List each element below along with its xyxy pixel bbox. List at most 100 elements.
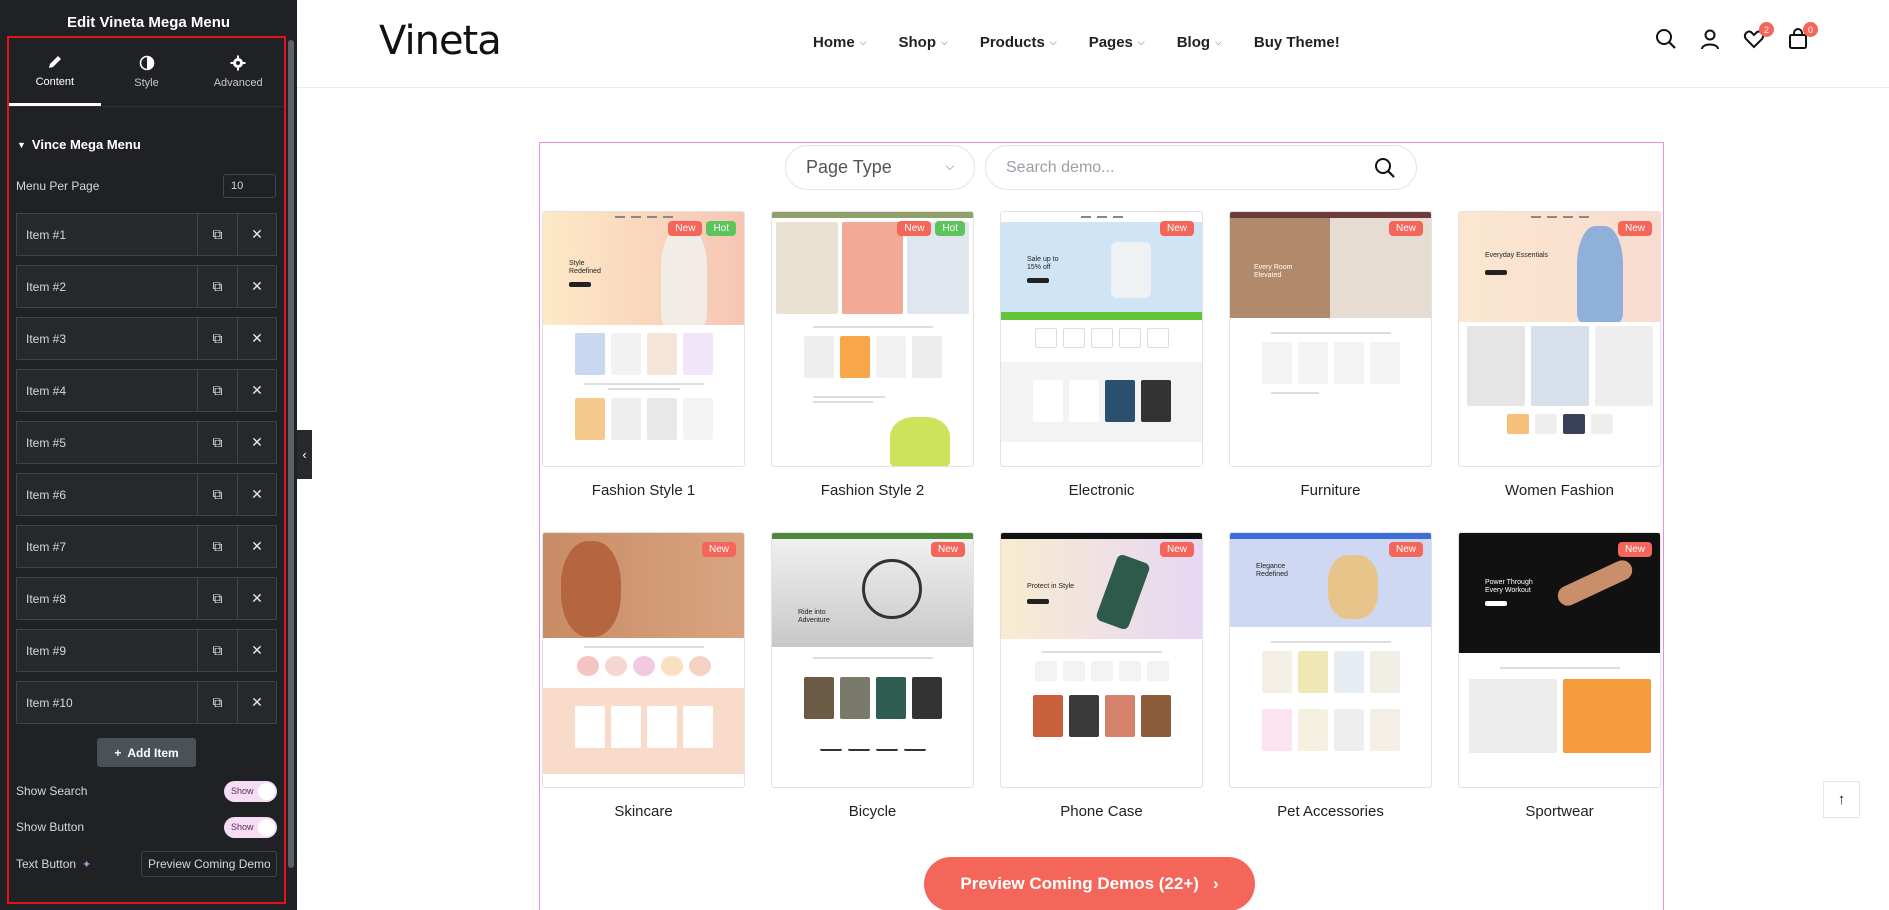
preview-demos-button[interactable]: Preview Coming Demos (22+) › <box>924 857 1255 910</box>
close-icon[interactable]: ✕ <box>237 682 276 723</box>
demo-thumbnail: New Hot <box>771 211 974 467</box>
cart-icon[interactable]: 0 <box>1787 22 1818 50</box>
demo-thumbnail: Elegance Redefined New <box>1229 532 1432 788</box>
demo-card[interactable]: Power Through Every Workout New Sportwear <box>1458 532 1661 853</box>
new-badge: New <box>1388 221 1423 236</box>
hot-badge: Hot <box>935 221 965 236</box>
back-to-top-button[interactable]: ↑ <box>1823 781 1860 818</box>
duplicate-icon[interactable]: ⧉ <box>198 474 237 515</box>
duplicate-icon[interactable]: ⧉ <box>198 578 237 619</box>
close-icon[interactable]: ✕ <box>237 422 276 463</box>
repeater-item-label[interactable]: Item #7 <box>17 526 198 567</box>
demo-card[interactable]: Every Room Elevated New Furniture <box>1229 211 1432 532</box>
repeater-items: Item #1 ⧉ ✕ Item #2 ⧉ ✕ Item #3 ⧉ ✕ Item… <box>16 213 277 724</box>
repeater-item-label[interactable]: Item #10 <box>17 682 198 723</box>
repeater-item-label[interactable]: Item #6 <box>17 474 198 515</box>
text-button-input[interactable] <box>141 851 277 877</box>
close-icon[interactable]: ✕ <box>237 318 276 359</box>
panel-content-frame: Content Style Advanced ▼ Vince Mega Menu… <box>7 36 286 904</box>
add-item-button[interactable]: + Add Item <box>97 738 196 767</box>
close-icon[interactable]: ✕ <box>237 474 276 515</box>
demo-title: Phone Case <box>1060 803 1143 820</box>
demo-search-box <box>985 145 1417 190</box>
user-icon[interactable] <box>1699 28 1721 50</box>
nav-item-home[interactable]: Home ⌵ <box>813 34 867 51</box>
badge-group: New <box>930 542 965 557</box>
demo-card[interactable]: New Skincare <box>542 532 745 853</box>
close-icon[interactable]: ✕ <box>237 370 276 411</box>
duplicate-icon[interactable]: ⧉ <box>198 370 237 411</box>
duplicate-icon[interactable]: ⧉ <box>198 266 237 307</box>
search-icon[interactable] <box>1655 28 1677 50</box>
toggle-knob <box>258 782 275 800</box>
repeater-item-label[interactable]: Item #4 <box>17 370 198 411</box>
repeater-item-label[interactable]: Item #1 <box>17 214 198 255</box>
demo-card[interactable]: Ride into Adventure New Bicycle <box>771 532 974 853</box>
tab-content[interactable]: Content <box>9 38 101 106</box>
tab-style-label: Style <box>134 77 159 89</box>
duplicate-icon[interactable]: ⧉ <box>198 682 237 723</box>
repeater-item-label[interactable]: Item #9 <box>17 630 198 671</box>
site-logo[interactable]: Vineta <box>379 18 502 64</box>
badge-group: New <box>1388 542 1423 557</box>
preview-demos-label: Preview Coming Demos (22+) <box>960 874 1199 893</box>
new-badge: New <box>701 542 736 557</box>
nav-item-shop[interactable]: Shop ⌵ <box>899 34 948 51</box>
section-toggle[interactable]: ▼ Vince Mega Menu <box>17 137 284 152</box>
repeater-item-label[interactable]: Item #2 <box>17 266 198 307</box>
heart-icon[interactable]: 2 <box>1743 22 1774 50</box>
nav-item-products[interactable]: Products ⌵ <box>980 34 1057 51</box>
duplicate-icon[interactable]: ⧉ <box>198 526 237 567</box>
demo-card[interactable]: Sale up to 15% off New Electronic <box>1000 211 1203 532</box>
app: Edit Vineta Mega Menu Content Style Adva… <box>0 0 1889 910</box>
duplicate-icon[interactable]: ⧉ <box>198 630 237 671</box>
demo-card[interactable]: Elegance Redefined New Pet Accessories <box>1229 532 1432 853</box>
close-icon[interactable]: ✕ <box>237 630 276 671</box>
duplicate-icon[interactable]: ⧉ <box>198 214 237 255</box>
menu-per-page-input[interactable] <box>223 174 276 198</box>
close-icon[interactable]: ✕ <box>237 526 276 567</box>
duplicate-icon[interactable]: ⧉ <box>198 318 237 359</box>
demo-filter-bar: Page Type ⌵ <box>785 145 1417 190</box>
collapse-panel-button[interactable]: ‹ <box>297 430 312 479</box>
show-button-toggle[interactable]: Show <box>224 816 277 838</box>
new-badge: New <box>1617 542 1652 557</box>
new-badge: New <box>668 221 703 236</box>
show-search-toggle[interactable]: Show <box>224 780 277 802</box>
demo-card[interactable]: Style Redefined New Hot Fashion Style 1 <box>542 211 745 532</box>
repeater-item-label[interactable]: Item #5 <box>17 422 198 463</box>
demo-card[interactable]: New Hot Fashion Style 2 <box>771 211 974 532</box>
close-icon[interactable]: ✕ <box>237 266 276 307</box>
close-icon[interactable]: ✕ <box>237 214 276 255</box>
demo-thumbnail: Ride into Adventure New <box>771 532 974 788</box>
demo-search-input[interactable] <box>1006 158 1346 177</box>
nav-item-buy-theme[interactable]: Buy Theme! <box>1254 34 1340 51</box>
menu-per-page-label: Menu Per Page <box>16 179 100 193</box>
repeater-item: Item #3 ⧉ ✕ <box>16 317 277 360</box>
close-icon[interactable]: ✕ <box>237 578 276 619</box>
tab-advanced[interactable]: Advanced <box>192 38 284 106</box>
badge-group: New <box>1159 221 1194 236</box>
nav-item-blog[interactable]: Blog ⌵ <box>1177 34 1222 51</box>
demo-thumbnail: Sale up to 15% off New <box>1000 211 1203 467</box>
nav-label: Home <box>813 34 855 51</box>
repeater-item: Item #7 ⧉ ✕ <box>16 525 277 568</box>
repeater-item-label[interactable]: Item #3 <box>17 318 198 359</box>
nav-item-pages[interactable]: Pages ⌵ <box>1089 34 1145 51</box>
tab-style[interactable]: Style <box>101 38 193 106</box>
repeater-item-label[interactable]: Item #8 <box>17 578 198 619</box>
page-type-select[interactable]: Page Type ⌵ <box>785 145 975 190</box>
chevron-down-icon: ⌵ <box>1049 37 1057 47</box>
duplicate-icon[interactable]: ⧉ <box>198 422 237 463</box>
ai-sparkle-icon[interactable]: ✦ <box>82 858 91 871</box>
search-icon[interactable] <box>1374 157 1396 179</box>
demo-card[interactable]: Everyday Essentials New Women Fashion <box>1458 211 1661 532</box>
show-button-label: Show Button <box>16 820 85 834</box>
repeater-item: Item #8 ⧉ ✕ <box>16 577 277 620</box>
chevron-down-icon: ⌵ <box>859 37 867 47</box>
repeater-item: Item #2 ⧉ ✕ <box>16 265 277 308</box>
nav-label: Buy Theme! <box>1253 34 1340 51</box>
demo-card[interactable]: Protect in Style New Phone Case <box>1000 532 1203 853</box>
panel-scrollbar[interactable] <box>288 40 294 868</box>
section-title: Vince Mega Menu <box>31 137 141 152</box>
